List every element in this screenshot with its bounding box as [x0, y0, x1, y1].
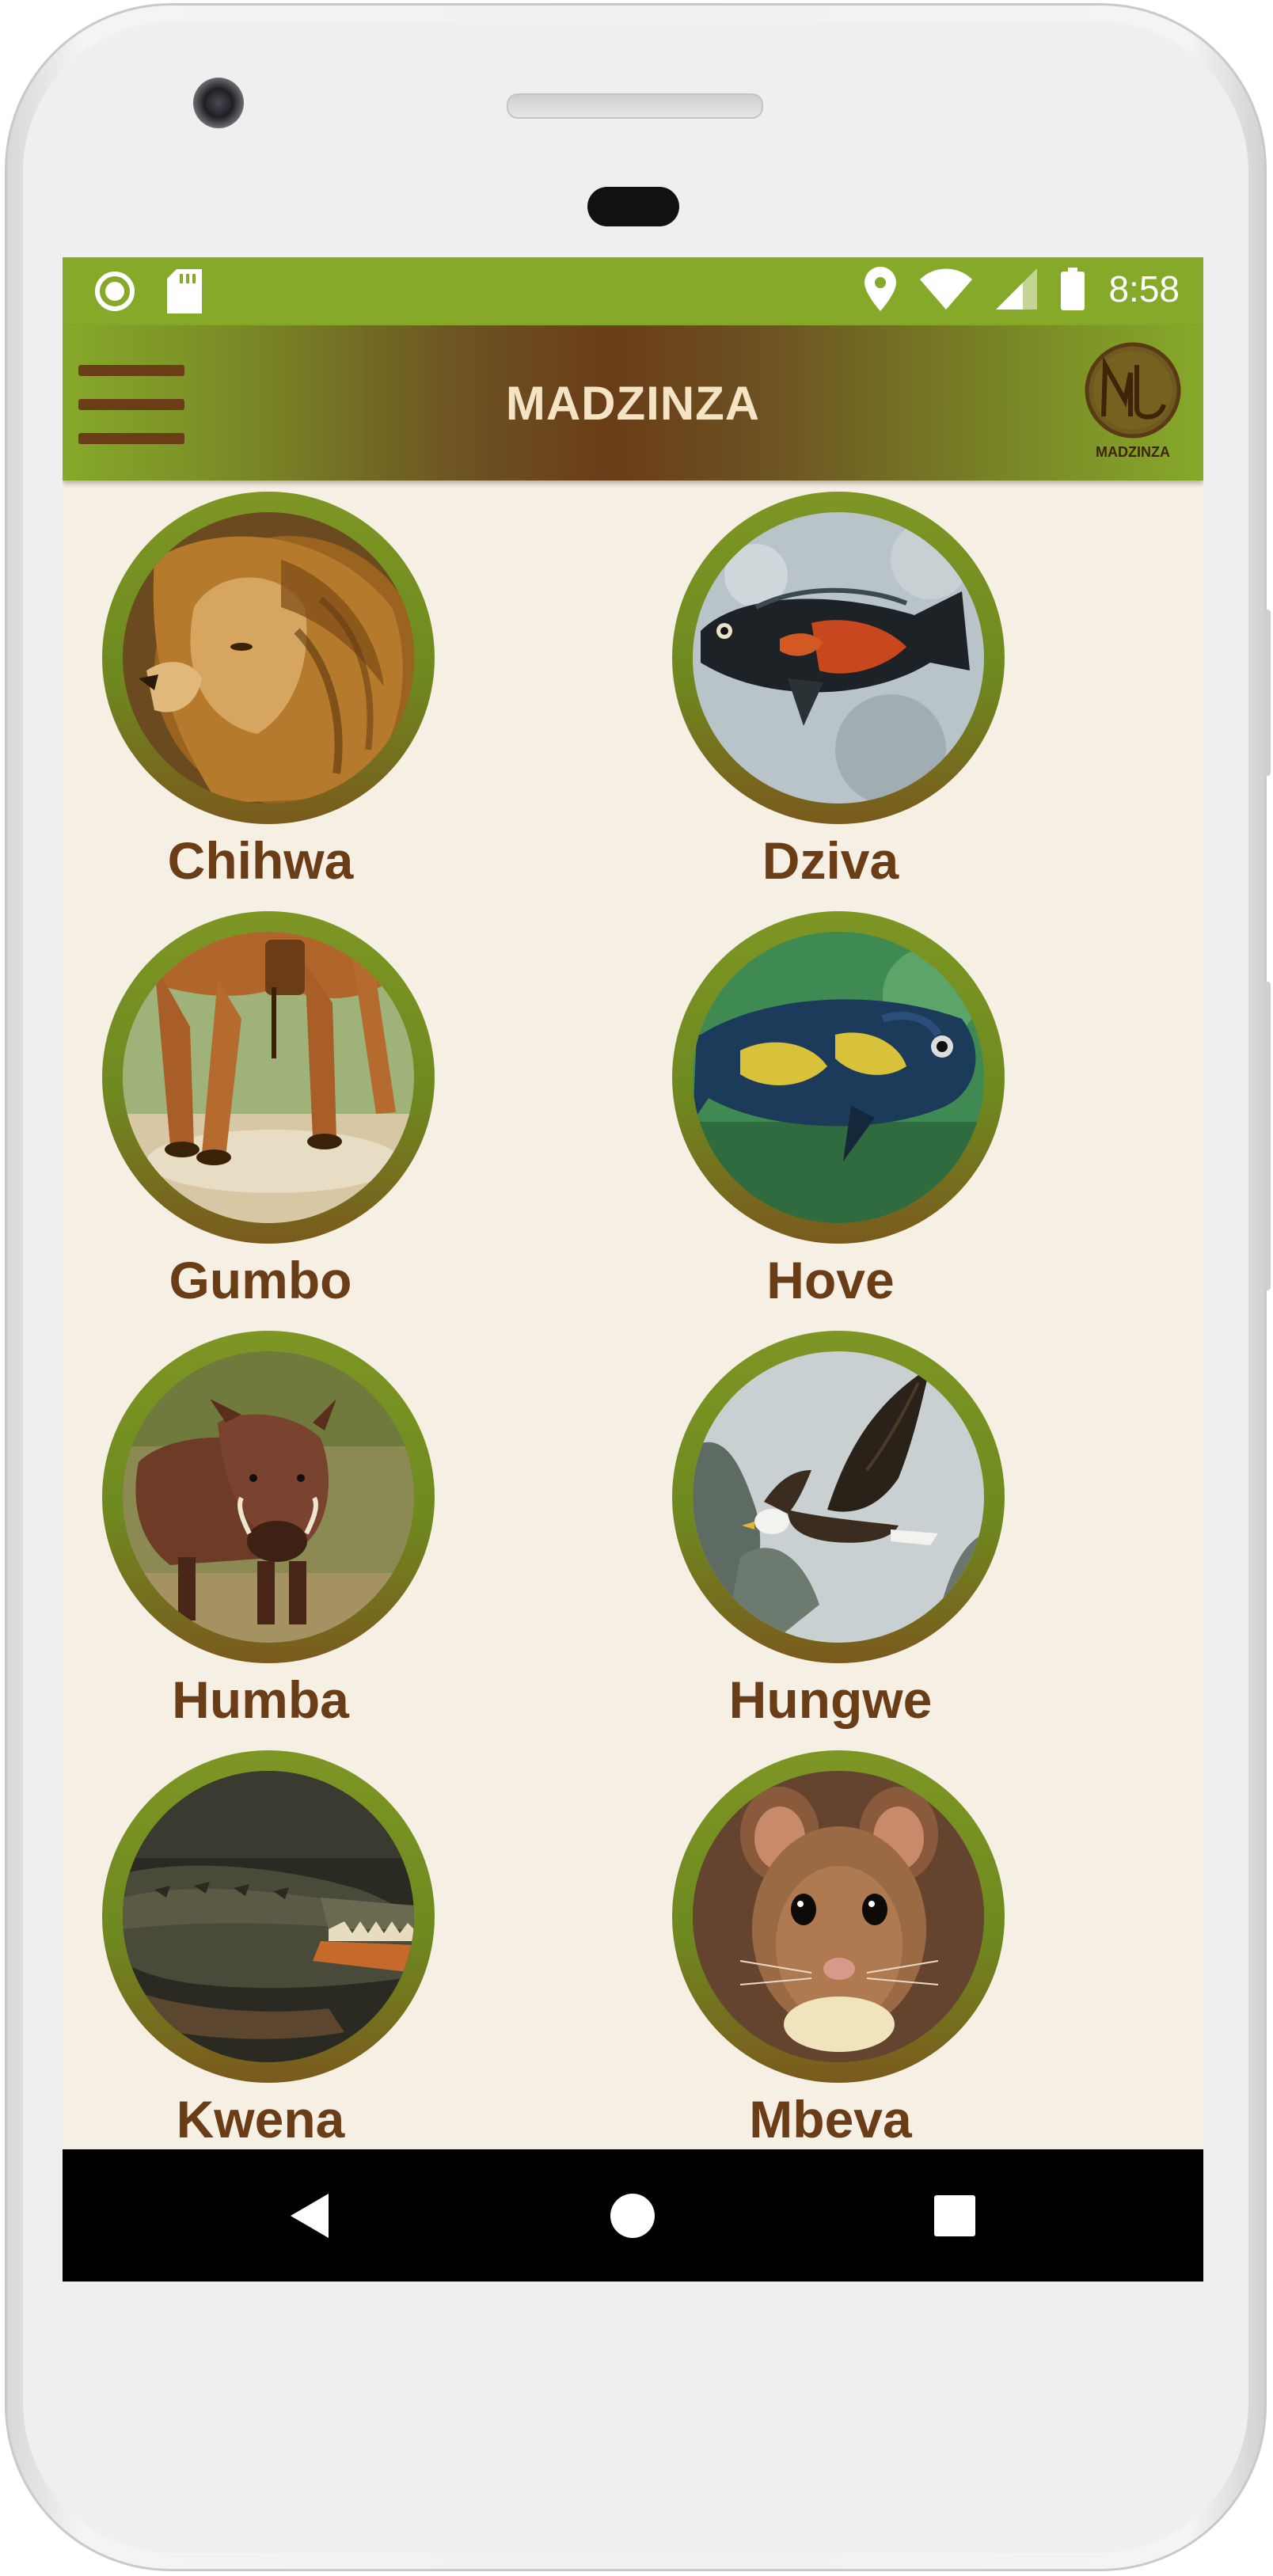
- wifi-icon: [920, 268, 973, 310]
- avatar-ring: [672, 1750, 1005, 2083]
- earpiece-speaker: [507, 93, 763, 119]
- clock: 8:58: [1108, 268, 1180, 310]
- front-camera: [193, 78, 244, 128]
- totem-label: Humba: [172, 1670, 349, 1729]
- app-logo: MADZINZA: [1081, 341, 1184, 460]
- system-nav-bar: [63, 2149, 1203, 2282]
- horse-legs-image: [123, 932, 414, 1223]
- home-icon[interactable]: [607, 2190, 658, 2241]
- app-bar: MADZINZA MADZINZA: [63, 325, 1203, 481]
- avatar-ring: [672, 911, 1005, 1244]
- app-screen: 8:58 MADZINZA MADZINZA Chihwa Dziva Gumb…: [63, 257, 1203, 2282]
- recents-icon[interactable]: [929, 2190, 980, 2241]
- sd-card-icon: [167, 269, 202, 313]
- avatar-ring: [672, 1331, 1005, 1663]
- fish-orange-image: [693, 512, 984, 804]
- proximity-sensor: [587, 187, 679, 226]
- warthog-image: [123, 1351, 414, 1643]
- back-icon[interactable]: [286, 2190, 336, 2241]
- app-title: MADZINZA: [505, 377, 761, 430]
- circle-notification-icon: [95, 272, 135, 311]
- battery-icon: [1061, 268, 1085, 310]
- avatar-ring: [102, 1331, 435, 1663]
- eagle-image: [693, 1351, 984, 1643]
- totem-label: Kwena: [176, 2090, 345, 2149]
- totem-label: Hungwe: [728, 1670, 933, 1729]
- app-logo-text: MADZINZA: [1096, 444, 1170, 460]
- totem-label: Mbeva: [749, 2090, 912, 2149]
- power-button: [1264, 982, 1271, 1290]
- avatar-ring: [102, 911, 435, 1244]
- crocodile-image: [123, 1771, 414, 2062]
- avatar-ring: [672, 492, 1005, 824]
- mouse-image: [693, 1771, 984, 2062]
- fish-blue-image: [693, 932, 984, 1223]
- status-bar: 8:58: [63, 257, 1203, 325]
- avatar-ring: [102, 1750, 435, 2083]
- volume-button: [1264, 610, 1271, 776]
- totem-grid: Chihwa Dziva Gumbo Hove Humba Hungwe Kwe…: [63, 481, 1203, 2161]
- cell-signal-icon: [996, 268, 1038, 310]
- totem-label: Dziva: [762, 831, 899, 890]
- totem-label: Hove: [766, 1251, 895, 1309]
- totem-label: Gumbo: [169, 1251, 352, 1309]
- location-icon: [864, 267, 897, 311]
- lion-image: [123, 512, 414, 804]
- avatar-ring: [102, 492, 435, 824]
- totem-label: Chihwa: [167, 831, 354, 890]
